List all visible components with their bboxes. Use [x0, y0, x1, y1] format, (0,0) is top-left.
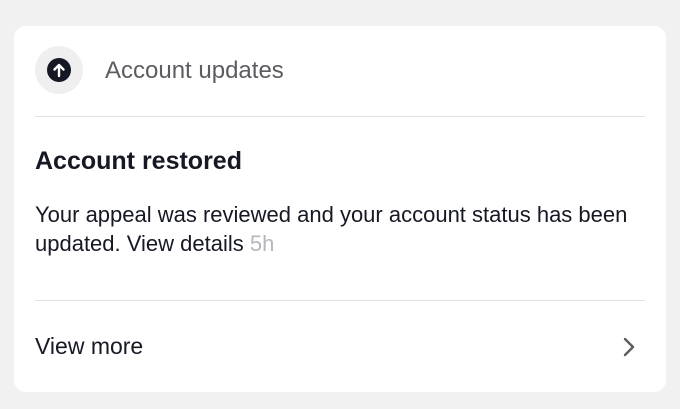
header-divider [35, 116, 645, 117]
notification-timestamp: 5h [249, 231, 275, 256]
chevron-right-icon [623, 337, 635, 357]
notification-title: Account restored [35, 147, 242, 175]
card-header: Account updates [14, 26, 666, 116]
account-updates-icon-badge [35, 46, 83, 94]
view-more-label: View more [35, 333, 144, 359]
arrow-up-circle-icon [47, 58, 71, 82]
notification-message: Your appeal was reviewed and your accoun… [35, 202, 628, 256]
notification-body: Your appeal was reviewed and your accoun… [35, 200, 635, 258]
account-updates-card: Account updates Account restored Your ap… [14, 26, 666, 392]
card-header-title: Account updates [105, 57, 284, 84]
view-more-button[interactable]: View more [14, 301, 666, 392]
